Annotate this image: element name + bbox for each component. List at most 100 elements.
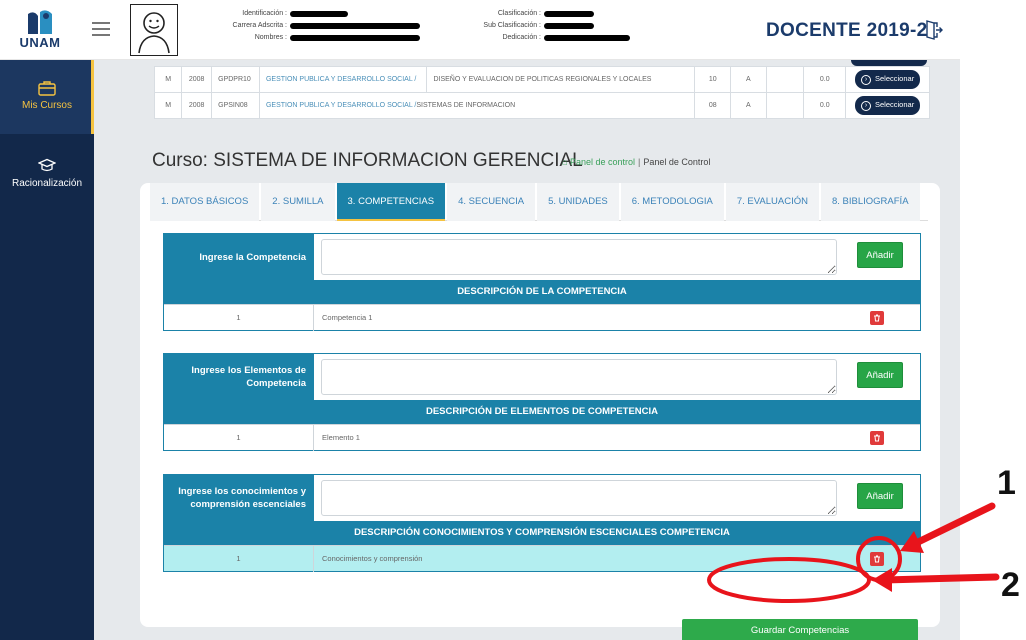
table-row: 1 Competencia 1 xyxy=(164,304,920,331)
row-number: 1 xyxy=(164,305,314,331)
sidebar-item-label: Racionalización xyxy=(11,178,83,189)
table-cell: GPSIN08 xyxy=(211,92,260,119)
conocimientos-block: Ingrese los conocimientos y comprensión … xyxy=(163,474,921,572)
table-cell: A xyxy=(730,92,767,119)
tab-secuencia[interactable]: 4. SECUENCIA xyxy=(447,183,536,221)
sidebar: Mis Cursos Racionalización xyxy=(0,60,94,640)
tab-bibliografia[interactable]: 8. BIBLIOGRAFÍA xyxy=(820,183,920,221)
redacted-value xyxy=(544,11,594,17)
trash-icon xyxy=(874,555,880,563)
info-label-nombres: Nombres : xyxy=(254,34,287,41)
course-name: SISTEMAS DE INFORMACION xyxy=(416,102,516,109)
add-elemento-button[interactable]: Añadir xyxy=(857,362,903,388)
table-cell xyxy=(765,66,805,93)
info-label-carrera: Carrera Adscrita : xyxy=(232,22,287,29)
sidebar-item-label: Mis Cursos xyxy=(21,100,72,111)
user-avatar xyxy=(130,4,178,56)
tab-metodologia[interactable]: 6. METODOLOGIA xyxy=(620,183,724,221)
trash-icon xyxy=(874,314,880,322)
course-card: 1. DATOS BÁSICOS 2. SUMILLA 3. COMPETENC… xyxy=(140,183,940,640)
avatar-person-icon xyxy=(138,12,170,54)
info-label-dedicacion: Dedicación : xyxy=(502,34,541,41)
sidebar-item-racionalizacion[interactable]: Racionalización xyxy=(0,138,94,212)
logo-text: UNAM xyxy=(19,35,61,50)
sidebar-item-mis-cursos[interactable]: Mis Cursos xyxy=(0,60,94,134)
add-conocimiento-button[interactable]: Añadir xyxy=(857,483,903,509)
elementos-block: Ingrese los Elementos de Competencia Aña… xyxy=(163,353,921,451)
row-description: Elemento 1 xyxy=(322,433,360,442)
competencia-block: Ingrese la Competencia Añadir DESCRIPCIÓ… xyxy=(163,233,921,331)
elementos-input[interactable] xyxy=(321,359,837,395)
top-header: UNAM Identificación : Carrera Adscrita :… xyxy=(0,0,960,60)
graduation-cap-icon xyxy=(38,158,56,172)
row-description: Competencia 1 xyxy=(322,313,373,322)
table-cell: 10 xyxy=(694,66,732,93)
right-margin xyxy=(960,0,1026,640)
tab-bar: 1. DATOS BÁSICOS 2. SUMILLA 3. COMPETENC… xyxy=(150,183,928,221)
table-cell xyxy=(765,92,805,119)
program-link[interactable]: GESTION PUBLICA Y DESARROLLO SOCIAL / xyxy=(258,66,428,93)
info-label-identificacion: Identificación : xyxy=(242,10,287,17)
tab-sumilla[interactable]: 2. SUMILLA xyxy=(261,183,335,221)
table-cell-course: GESTION PUBLICA Y DESARROLLO SOCIAL /SIS… xyxy=(258,92,696,119)
delete-button[interactable] xyxy=(870,431,884,445)
add-competencia-button[interactable]: Añadir xyxy=(857,242,903,268)
unam-logo-mark-icon xyxy=(28,10,52,34)
main-content: M 2008 GPDPR10 GESTION PUBLICA Y DESARRO… xyxy=(94,60,960,640)
competencia-table-header: DESCRIPCIÓN DE LA COMPETENCIA xyxy=(164,280,920,304)
info-label-sub-clasificacion: Sub Clasificación : xyxy=(483,22,541,29)
select-button-label: Seleccionar xyxy=(875,100,915,109)
breadcrumb: ⌂ Panel de control | Panel de Control xyxy=(562,157,710,167)
redacted-value xyxy=(290,11,348,17)
conocimientos-table-header: DESCRIPCIÓN CONOCIMIENTOS Y COMPRENSIÓN … xyxy=(164,521,920,545)
table-row: 1 Conocimientos y comprensión xyxy=(164,545,920,572)
save-competencias-button[interactable]: Guardar Competencias xyxy=(682,619,918,640)
row-number: 1 xyxy=(164,425,314,451)
role-title: DOCENTE 2019-2 xyxy=(766,20,928,41)
trash-icon xyxy=(874,434,880,442)
elementos-input-label: Ingrese los Elementos de Competencia xyxy=(164,354,314,400)
competencia-input[interactable] xyxy=(321,239,837,275)
table-cell: GPDPR10 xyxy=(211,66,260,93)
redacted-value xyxy=(290,35,420,41)
elementos-table-header: DESCRIPCIÓN DE ELEMENTOS DE COMPETENCIA xyxy=(164,400,920,424)
home-icon: ⌂ xyxy=(562,157,570,167)
logout-icon[interactable] xyxy=(925,20,943,40)
conocimientos-input[interactable] xyxy=(321,480,837,516)
courses-table: M 2008 GPDPR10 GESTION PUBLICA Y DESARRO… xyxy=(153,66,930,119)
tab-datos-basicos[interactable]: 1. DATOS BÁSICOS xyxy=(150,183,260,221)
chevron-right-icon: › xyxy=(861,101,871,111)
table-cell: 2008 xyxy=(181,66,213,93)
table-cell: 2008 xyxy=(181,92,213,119)
redacted-value xyxy=(290,23,420,29)
table-cell: M xyxy=(153,66,183,93)
annotation-marker-2: 2 xyxy=(1001,566,1020,604)
program-link[interactable]: GESTION PUBLICA Y DESARROLLO SOCIAL / xyxy=(266,102,416,109)
select-course-button[interactable]: › Seleccionar xyxy=(855,70,921,89)
breadcrumb-separator: | xyxy=(637,157,641,167)
table-cell: A xyxy=(730,66,767,93)
row-description: Conocimientos y comprensión xyxy=(322,554,423,563)
tab-unidades[interactable]: 5. UNIDADES xyxy=(537,183,619,221)
info-label-clasificacion: Clasificación : xyxy=(497,10,541,17)
table-row: 1 Elemento 1 xyxy=(164,424,920,451)
chevron-right-icon: › xyxy=(861,75,871,85)
breadcrumb-home-link[interactable]: ⌂ Panel de control xyxy=(562,157,635,167)
redacted-value xyxy=(544,23,594,29)
tab-competencias[interactable]: 3. COMPETENCIAS xyxy=(336,183,446,221)
table-cell: 08 xyxy=(694,92,732,119)
redacted-value xyxy=(544,35,630,41)
competencia-input-label: Ingrese la Competencia xyxy=(164,234,314,280)
delete-button[interactable] xyxy=(870,311,884,325)
select-course-button[interactable]: › Seleccionar xyxy=(855,96,921,115)
user-info-right: Clasificación : Sub Clasificación : Dedi… xyxy=(440,8,630,44)
table-cell: DISEÑO Y EVALUACION DE POLITICAS REGIONA… xyxy=(426,66,696,93)
menu-toggle-icon[interactable] xyxy=(92,22,110,36)
tab-evaluacion[interactable]: 7. EVALUACIÓN xyxy=(725,183,819,221)
unam-logo[interactable]: UNAM xyxy=(8,8,72,52)
table-row: M 2008 GPSIN08 GESTION PUBLICA Y DESARRO… xyxy=(153,92,930,119)
conocimientos-input-label: Ingrese los conocimientos y comprensión … xyxy=(164,475,314,521)
table-cell: 0.0 xyxy=(803,66,847,93)
breadcrumb-home-label: Panel de control xyxy=(569,157,635,167)
delete-button[interactable] xyxy=(870,552,884,566)
